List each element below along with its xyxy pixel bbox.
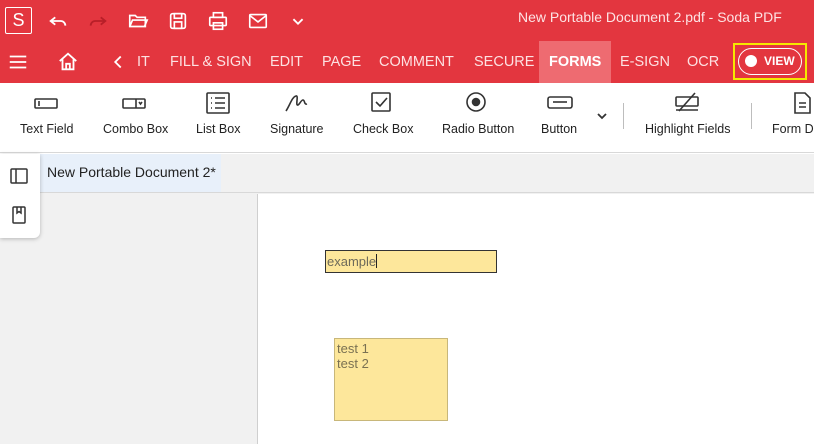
soda-pdf-window: S New Portable Document 2.pdf - Soda PDF [0,0,814,444]
chevron-left-icon[interactable] [106,50,130,74]
tab-page[interactable]: PAGE [322,41,361,83]
list-box-item[interactable]: test 1 [337,341,445,356]
text-caret [376,254,378,268]
view-mode-toggle[interactable]: VIEW [738,48,802,75]
tab-secure[interactable]: SECURE [474,41,534,83]
list-box-label: List Box [196,122,241,136]
open-folder-icon[interactable] [126,9,150,33]
tab-comment[interactable]: COMMENT [379,41,454,83]
button-tool[interactable]: Button [536,83,586,153]
combo-box-icon [120,91,148,115]
combo-box-label: Combo Box [103,122,169,136]
signature-label: Signature [270,122,324,136]
forms-toolbar: Text Field Combo Box List Box Signature [0,83,814,153]
list-box-item[interactable]: test 2 [337,356,445,371]
text-field-value: example [327,254,377,269]
undo-icon[interactable] [46,9,70,33]
toolbar-divider [623,103,624,129]
mail-icon[interactable] [246,9,270,33]
check-box-tool[interactable]: Check Box [349,83,419,153]
tab-forms[interactable]: FORMS [539,41,612,83]
check-box-label: Check Box [353,122,414,136]
combo-box-tool[interactable]: Combo Box [100,83,172,153]
button-icon [546,91,574,115]
radio-button-tool[interactable]: Radio Button [438,83,518,153]
highlight-fields-tool[interactable]: Highlight Fields [641,83,737,153]
tab-edit-text-partial[interactable]: IT [137,41,150,83]
toolbar-divider [751,103,752,129]
button-label: Button [541,122,578,136]
highlight-fields-icon [673,91,701,115]
text-field-label: Text Field [20,122,74,136]
text-field-tool[interactable]: Text Field [14,83,82,153]
print-icon[interactable] [206,9,230,33]
radio-button-icon [462,91,490,115]
highlight-fields-label: Highlight Fields [645,122,731,136]
radio-button-label: Radio Button [442,122,515,136]
tab-ocr[interactable]: OCR [687,41,719,83]
document-tab[interactable]: New Portable Document 2* [40,154,221,192]
form-data-tool[interactable]: Form D [768,83,814,153]
hamburger-icon[interactable] [6,50,30,74]
logo-letter: S [12,10,25,30]
signature-tool[interactable]: Signature [266,83,330,153]
redo-icon[interactable] [86,9,110,33]
form-data-icon [788,91,814,115]
signature-icon [282,91,310,115]
form-text-field[interactable]: example [325,250,497,273]
bookmark-icon[interactable] [9,205,29,225]
home-icon[interactable] [56,50,80,74]
side-panel-toolbar [0,154,40,238]
check-box-icon [367,91,395,115]
chevron-down-icon[interactable] [286,9,310,33]
ribbon-tab-bar: IT FILL & SIGN EDIT PAGE COMMENT SECURE … [0,41,814,83]
app-logo[interactable]: S [5,7,32,34]
list-box-icon [204,91,232,115]
window-title: New Portable Document 2.pdf - Soda PDF [518,9,782,25]
toggle-knob [745,55,757,67]
list-box-tool[interactable]: List Box [192,83,248,153]
save-icon[interactable] [166,9,190,33]
chevron-down-icon [588,105,616,129]
title-bar: S New Portable Document 2.pdf - Soda PDF [0,0,814,41]
tab-e-sign[interactable]: E-SIGN [620,41,670,83]
more-tools-dropdown[interactable] [592,83,612,153]
panel-toggle-icon[interactable] [9,166,29,186]
form-list-box[interactable]: test 1 test 2 [334,338,448,421]
tab-fill-sign[interactable]: FILL & SIGN [170,41,252,83]
view-toggle-label: VIEW [764,54,795,68]
form-data-label: Form D [772,122,814,136]
text-field-icon [32,91,60,115]
tab-edit[interactable]: EDIT [270,41,303,83]
tab-strip-divider [40,192,814,193]
